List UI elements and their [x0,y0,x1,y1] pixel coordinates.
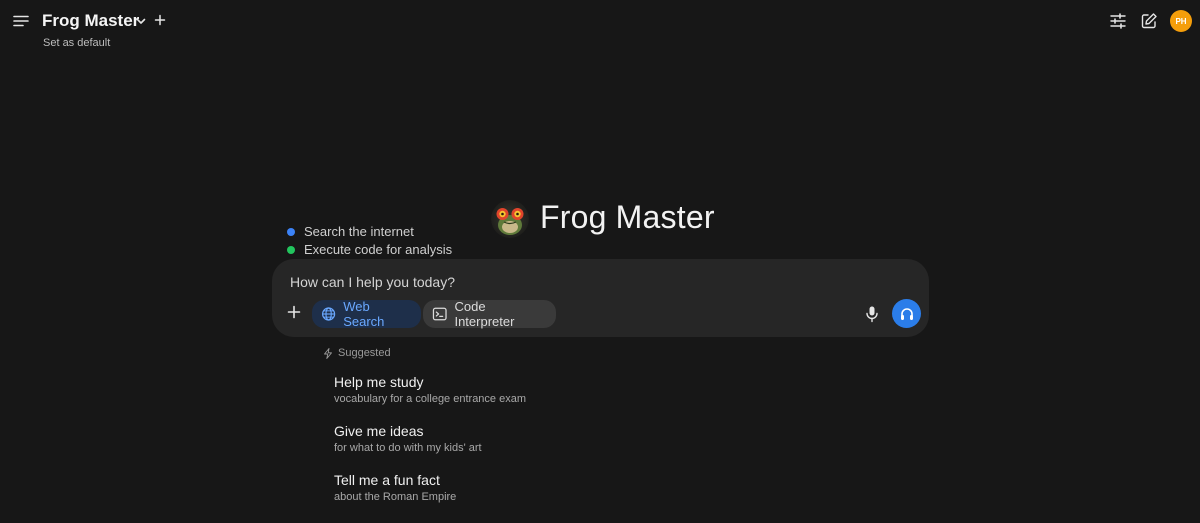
suggestion-item[interactable]: Give me ideas for what to do with my kid… [334,422,594,454]
tool-indicator-label: Search the internet [304,224,414,239]
sliders-icon[interactable] [1109,12,1127,30]
status-dot [287,227,295,236]
terminal-icon [432,307,447,321]
chat-input[interactable] [288,271,908,293]
set-as-default-link[interactable]: Set as default [43,37,110,49]
suggestion-item[interactable]: Help me study vocabulary for a college e… [334,373,594,405]
suggestion-title: Tell me a fun fact [334,472,440,488]
globe-icon [321,307,336,321]
chat-input-box: Web Search Code Interpreter [272,259,929,337]
tool-indicator-code: Execute code for analysis [287,242,452,257]
pencil-square-icon[interactable] [1140,12,1158,30]
hero-title: Frog Master [540,199,715,235]
suggestion-title: Help me study [334,374,424,390]
microphone-icon[interactable] [864,305,880,323]
frog-master-logo [491,200,529,238]
menu-icon[interactable] [12,12,30,30]
headphones-icon [900,307,913,320]
plus-icon[interactable] [154,14,166,26]
chevron-down-icon[interactable] [135,15,147,27]
suggestion-subtitle: for what to do with my kids' art [334,442,482,454]
bolt-icon [324,347,332,359]
suggested-header-label: Suggested [338,347,391,359]
model-selector-title[interactable]: Frog Master [42,11,139,31]
suggestion-subtitle: vocabulary for a college entrance exam [334,393,526,405]
web-search-toggle[interactable]: Web Search [312,299,421,329]
tool-indicator-label: Execute code for analysis [304,242,453,257]
user-avatar[interactable]: PH [1170,10,1192,32]
suggested-header: Suggested [323,347,391,359]
voice-mode-button[interactable] [892,299,921,328]
suggestion-title: Give me ideas [334,423,424,439]
suggestion-item[interactable]: Tell me a fun fact about the Roman Empir… [334,471,594,503]
code-interpreter-label: Code Interpreter [454,299,515,329]
plus-icon[interactable] [287,305,301,319]
top-bar: Frog Master Set as default PH [0,0,1200,56]
tool-indicator-web-search: Search the internet [287,224,414,239]
status-dot [287,245,295,254]
web-search-label: Web Search [343,299,385,329]
code-interpreter-toggle[interactable]: Code Interpreter [423,299,556,329]
suggestion-subtitle: about the Roman Empire [334,491,457,503]
